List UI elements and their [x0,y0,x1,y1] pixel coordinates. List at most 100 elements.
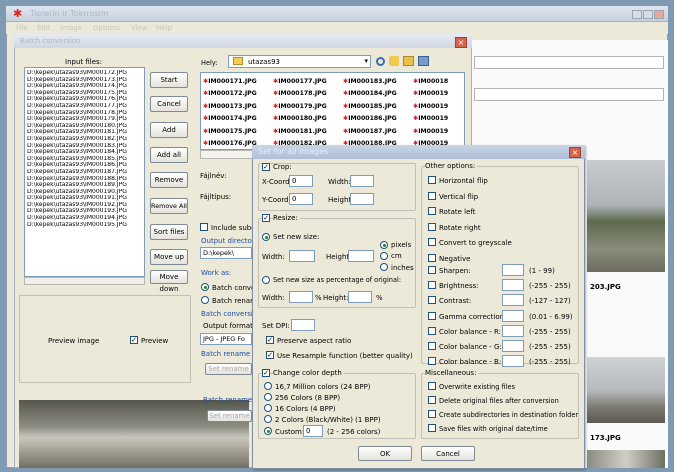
file-item[interactable]: ✱IM000187.JPG [343,126,397,138]
option-checkbox[interactable] [428,207,436,215]
photo-thumbnail[interactable] [587,450,665,468]
path-field[interactable] [474,56,664,69]
ycoord-field[interactable]: 0 [289,193,313,205]
file-item[interactable]: ✱IM00018 [413,76,448,88]
adjust-field[interactable] [502,264,524,276]
list-item[interactable]: D:\kepek\utazas93\IM000194.JPG [27,215,143,222]
cancel-dialog-button[interactable]: Cancel [421,446,475,461]
crop-checkbox[interactable]: ✓ [262,163,270,171]
up-folder-icon[interactable] [389,56,399,66]
file-item[interactable]: ✱IM000175.JPG [203,126,257,138]
file-browser[interactable]: ✱IM000171.JPG ✱IM000177.JPG ✱IM000183.JPG ✱… [200,72,465,150]
adjust-checkbox[interactable] [428,357,436,366]
option-checkbox[interactable] [428,191,436,200]
remove-button[interactable]: Remove [150,172,188,188]
preserve-aspect-checkbox[interactable]: ✓ [266,336,274,344]
batch-convert-radio[interactable] [201,283,209,291]
crop-width-field[interactable] [350,175,374,187]
depth-radio[interactable] [264,393,272,401]
set-rename-button[interactable]: Set rename [205,363,252,375]
menu-view[interactable]: View [131,24,148,32]
set-new-size-radio[interactable] [262,233,270,241]
list-item[interactable]: D:\kepek\utazas93\IM000186.JPG [27,162,143,169]
misc-checkbox[interactable] [428,424,436,432]
view-menu-icon[interactable] [418,56,429,66]
file-item[interactable]: ✱IM00019 [413,113,448,125]
list-item[interactable]: D:\kepek\utazas93\IM000183.JPG [27,143,143,150]
set-percent-radio[interactable] [262,276,270,284]
file-item[interactable]: ✱IM00019 [413,126,448,138]
minimize-icon[interactable] [632,10,642,19]
percent-height-field[interactable] [348,291,372,303]
new-folder-icon[interactable] [403,56,414,66]
maximize-icon[interactable] [643,10,653,19]
file-item[interactable]: ✱IM000176.JPG [203,138,257,150]
list-item[interactable]: D:\kepek\utazas93\IM000176.JPG [27,96,143,103]
add-all-button[interactable]: Add all [150,147,188,163]
back-icon[interactable] [376,57,385,66]
custom-depth-radio[interactable] [264,427,272,435]
menu-edit[interactable]: Edit [37,24,51,32]
list-item[interactable]: D:\kepek\utazas93\IM000193.JPG [27,208,143,215]
close-icon[interactable]: × [569,147,581,158]
file-item[interactable]: ✱IM000178.JPG [273,88,327,100]
list-item[interactable]: D:\kepek\utazas93\IM000184.JPG [27,149,143,156]
adjust-checkbox[interactable] [428,281,436,290]
file-item[interactable]: ✱IM00019 [413,88,448,100]
move-down-button[interactable]: Move down [150,270,188,293]
file-item[interactable]: ✱IM000184.JPG [343,88,397,100]
folder-dropdown[interactable]: utazas93 ▾ [228,55,371,68]
depth-radio[interactable] [264,404,272,412]
file-item[interactable]: ✱IM00019 [413,101,448,113]
list-item[interactable]: D:\kepek\utazas93\IM000190.JPG [27,189,143,196]
adjust-field[interactable] [502,294,524,307]
file-item[interactable]: ✱IM000177.JPG [273,76,327,88]
list-item[interactable]: D:\kepek\utazas93\IM000182.JPG [27,136,143,143]
adjust-field[interactable] [502,355,524,368]
adjust-checkbox[interactable] [428,326,436,335]
horizontal-scrollbar[interactable] [24,277,145,285]
adjust-field[interactable] [502,340,524,352]
move-up-button[interactable]: Move up [150,249,188,265]
file-item[interactable]: ✱IM000186.JPG [343,113,397,125]
change-depth-checkbox[interactable]: ✓ [262,369,270,377]
option-checkbox[interactable] [428,176,436,184]
misc-checkbox[interactable] [428,396,436,404]
menu-help[interactable]: Help [156,24,172,32]
file-item[interactable]: ✱IM000185.JPG [343,101,397,113]
list-item[interactable]: D:\kepek\utazas93\IM000195.JPG [27,222,143,229]
list-item[interactable]: D:\kepek\utazas93\IM000174.JPG [27,83,143,90]
add-button[interactable]: Add [150,122,188,138]
resize-width-field[interactable] [289,250,315,262]
start-button[interactable]: Start [150,72,188,88]
set-rename-button-2[interactable]: Set rename [207,410,252,422]
file-item[interactable]: ✱IM000173.JPG [203,101,257,113]
filter-field[interactable] [474,88,664,101]
list-item[interactable]: D:\kepek\utazas93\IM000177.JPG [27,103,143,110]
list-item[interactable]: D:\kepek\utazas93\IM000180.JPG [27,123,143,130]
file-item[interactable]: ✱IM000174.JPG [203,113,257,125]
close-icon[interactable] [654,10,664,19]
xcoord-field[interactable]: 0 [289,175,313,187]
sort-files-button[interactable]: Sort files [150,224,188,240]
remove-all-button[interactable]: Remove All [150,198,188,214]
list-item[interactable]: D:\kepek\utazas93\IM000191.JPG [27,195,143,202]
menu-options[interactable]: Options [93,24,120,32]
adjust-field[interactable] [502,324,524,337]
adjust-checkbox[interactable] [428,311,436,320]
list-item[interactable]: D:\kepek\utazas93\IM000175.JPG [27,90,143,97]
cancel-button[interactable]: Cancel [150,96,188,112]
depth-radio[interactable] [264,415,272,423]
list-item[interactable]: D:\kepek\utazas93\IM000181.JPG [27,129,143,136]
file-item[interactable]: ✱IM000171.JPG [203,76,257,88]
close-icon[interactable]: × [455,37,467,48]
file-item[interactable]: ✱IM000181.JPG [273,126,327,138]
adjust-checkbox[interactable] [428,266,436,274]
ok-button[interactable]: OK [358,446,412,461]
file-item[interactable]: ✱IM000180.JPG [273,113,327,125]
output-dir-field[interactable]: D:\kepek\ [200,247,252,259]
list-item[interactable]: D:\kepek\utazas93\IM000173.JPG [27,77,143,84]
list-item[interactable]: D:\kepek\utazas93\IM000178.JPG [27,110,143,117]
list-item[interactable]: D:\kepek\utazas93\IM000188.JPG [27,176,143,183]
list-item[interactable]: D:\kepek\utazas93\IM000192.JPG [27,202,143,209]
